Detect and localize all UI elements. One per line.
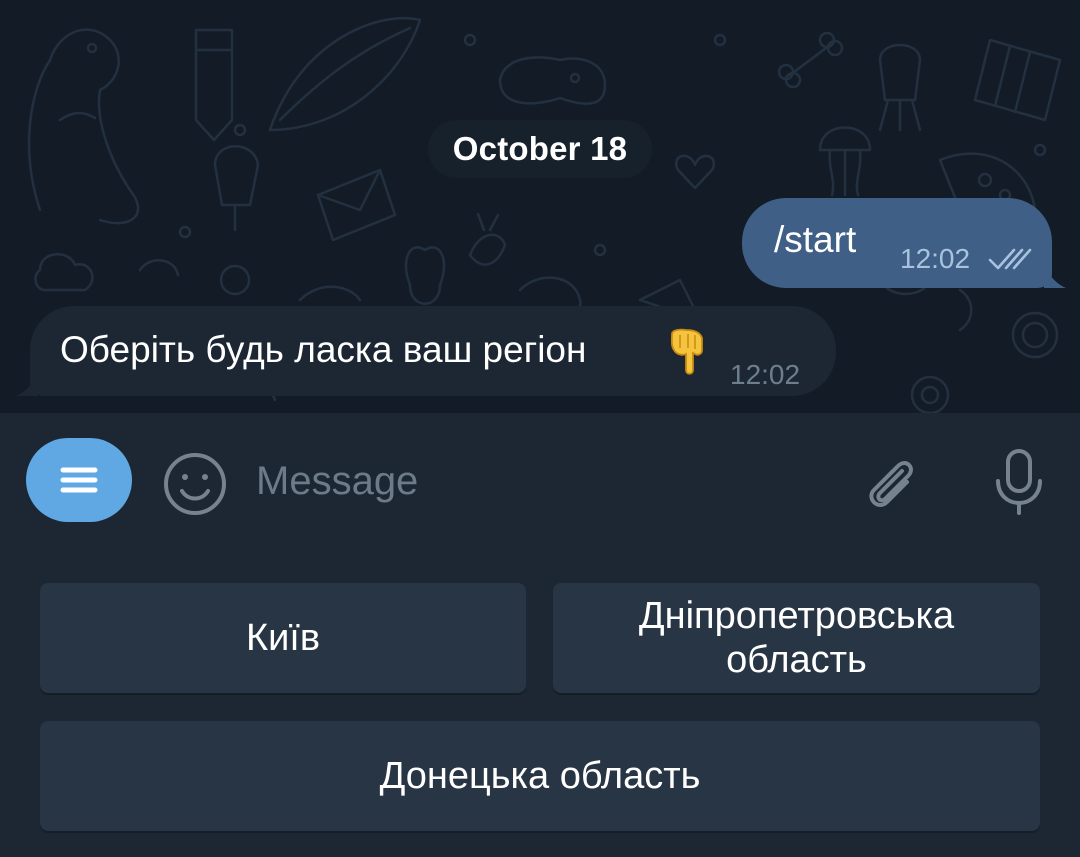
message-time: 12:02 [730,359,801,390]
smiley-icon[interactable] [160,449,230,519]
message-input[interactable] [256,449,816,513]
date-separator: October 18 [428,120,652,178]
bubble-tail [16,374,38,396]
keyboard-button-label: Дніпропетровська область [638,595,955,681]
outgoing-message[interactable]: /start 12:02 [742,198,1066,288]
message-time: 12:02 [900,243,971,274]
message-text: /start [774,219,857,260]
keyboard-button-label: Донецька область [379,755,701,797]
pointing-down-hand-icon [670,328,703,375]
reply-keyboard: Київ Дніпропетровська область Донецька о… [0,543,1080,857]
microphone-icon[interactable] [986,447,1052,517]
menu-icon [60,467,98,493]
paperclip-icon[interactable] [858,451,924,517]
keyboard-button-kyiv[interactable]: Київ [40,583,526,693]
telegram-chat-screen: October 18 /start 12:02 Оберіть будь лас… [0,0,1080,857]
incoming-message[interactable]: Оберіть будь ласка ваш регіон 12:02 [16,306,836,396]
bot-menu-button[interactable] [26,438,132,522]
keyboard-button-label: Київ [245,617,321,659]
double-check-icon [988,248,1032,270]
chat-message-list[interactable]: October 18 /start 12:02 Оберіть будь лас… [0,0,1080,413]
message-text: Оберіть будь ласка ваш регіон [60,329,587,370]
keyboard-button-dnipropetrovsk[interactable]: Дніпропетровська область [553,583,1040,693]
message-composer [0,413,1080,543]
bubble-tail [1044,266,1066,288]
keyboard-button-donetsk[interactable]: Донецька область [40,721,1040,831]
